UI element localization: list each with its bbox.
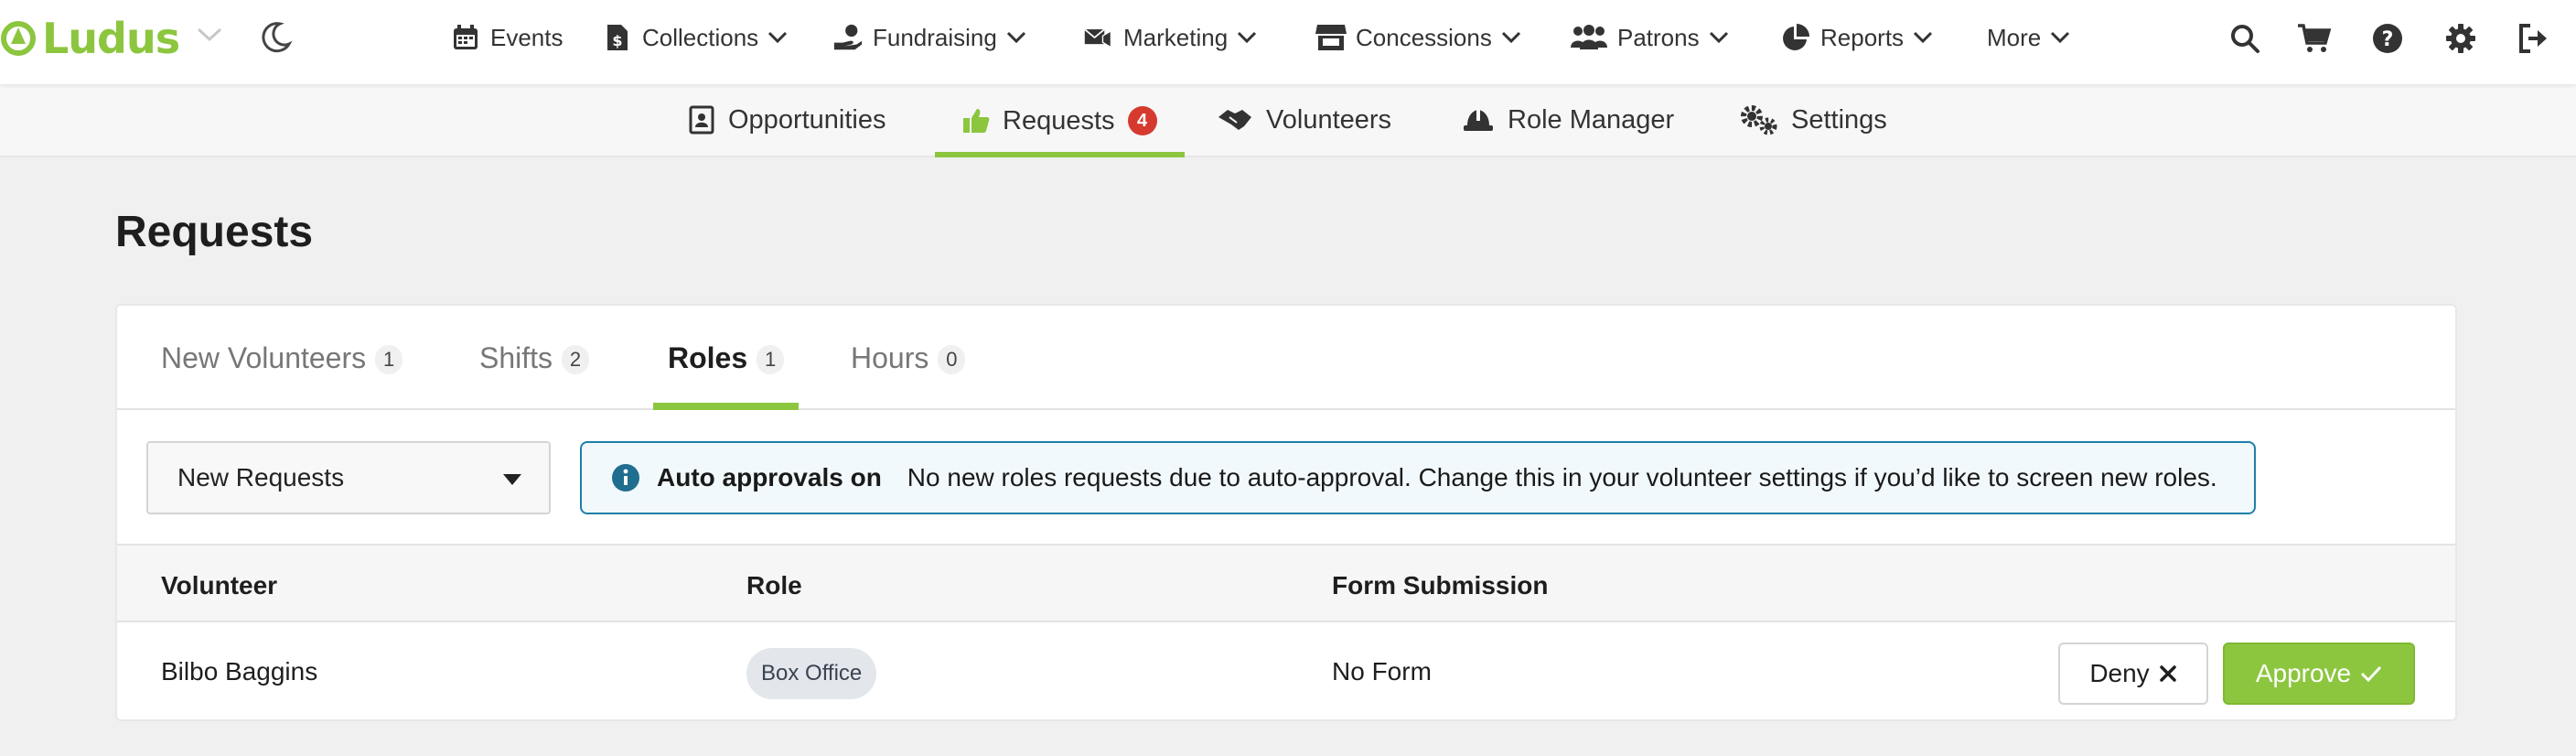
hard-hat-icon bbox=[1464, 110, 1493, 131]
column-header-form-submission: Form Submission bbox=[1332, 571, 1549, 599]
nav-label: Fundraising bbox=[873, 23, 997, 51]
nav-label: Events bbox=[490, 23, 564, 51]
nav-fundraising[interactable]: Fundraising bbox=[832, 16, 1026, 59]
page-title: Requests bbox=[115, 208, 314, 256]
chevron-down-icon bbox=[1709, 31, 1728, 44]
caret-down-icon bbox=[503, 474, 521, 485]
nav-label: Concessions bbox=[1356, 23, 1492, 51]
column-header-volunteer: Volunteer bbox=[161, 571, 278, 599]
deny-label: Deny bbox=[2089, 659, 2150, 687]
nav-label: More bbox=[1987, 23, 2042, 51]
subnav-settings[interactable]: Settings bbox=[1712, 84, 1915, 156]
tab-count: 0 bbox=[938, 345, 966, 374]
auto-approval-alert: Auto approvals on No new roles requests … bbox=[580, 441, 2256, 514]
people-icon bbox=[1570, 22, 1608, 53]
subnav-label: Opportunities bbox=[728, 104, 886, 135]
mail-bullhorn-icon bbox=[1083, 22, 1114, 53]
tab-count: 2 bbox=[562, 345, 590, 374]
gears-icon bbox=[1741, 105, 1777, 135]
chevron-down-icon bbox=[1006, 31, 1025, 44]
request-type-tabs: New Volunteers 1 Shifts 2 Roles 1 Hours … bbox=[117, 306, 2455, 410]
tab-count: 1 bbox=[375, 345, 403, 374]
tab-label: Shifts bbox=[479, 340, 553, 374]
ludus-logo[interactable]: Ludus bbox=[0, 13, 180, 64]
calendar-icon bbox=[450, 22, 481, 53]
role-badge: Box Office bbox=[746, 648, 877, 699]
chevron-down-icon bbox=[2051, 31, 2070, 44]
top-navbar: Ludus Events $ Collections Fundraising M… bbox=[0, 0, 2576, 84]
storefront-icon bbox=[1315, 22, 1347, 53]
volunteer-name[interactable]: Bilbo Baggins bbox=[161, 657, 317, 686]
nav-concessions[interactable]: Concessions bbox=[1315, 16, 1521, 59]
search-icon[interactable] bbox=[2227, 20, 2263, 57]
moon-icon[interactable] bbox=[258, 20, 293, 55]
info-icon bbox=[612, 464, 639, 491]
subnav-opportunities[interactable]: Opportunities bbox=[660, 84, 914, 156]
nav-marketing[interactable]: Marketing bbox=[1083, 16, 1257, 59]
tab-shifts[interactable]: Shifts 2 bbox=[465, 306, 604, 410]
alert-title: Auto approvals on bbox=[657, 463, 882, 491]
check-icon bbox=[2361, 665, 2382, 683]
gear-icon[interactable] bbox=[2442, 20, 2479, 57]
subnav-role-manager[interactable]: Role Manager bbox=[1434, 84, 1701, 156]
table-header: Volunteer Role Form Submission bbox=[117, 544, 2455, 622]
form-submission: No Form bbox=[1332, 657, 1432, 686]
nav-events[interactable]: Events bbox=[450, 16, 564, 59]
nav-label: Marketing bbox=[1123, 23, 1229, 51]
subnav-label: Requests bbox=[1003, 105, 1115, 135]
nav-collections[interactable]: $ Collections bbox=[602, 16, 788, 59]
contact-card-icon bbox=[689, 105, 714, 135]
chevron-down-icon bbox=[1913, 31, 1933, 44]
approve-label: Approve bbox=[2255, 659, 2352, 687]
nav-label: Reports bbox=[1820, 23, 1905, 51]
tab-label: New Volunteers bbox=[161, 340, 367, 374]
filter-selected-value: New Requests bbox=[177, 463, 345, 491]
requests-card: New Volunteers 1 Shifts 2 Roles 1 Hours … bbox=[115, 304, 2457, 721]
nav-label: Collections bbox=[642, 23, 759, 51]
tab-label: Roles bbox=[668, 340, 748, 374]
subnav-label: Settings bbox=[1791, 104, 1887, 135]
nav-label: Patrons bbox=[1617, 23, 1700, 51]
chevron-down-icon bbox=[1501, 31, 1520, 44]
dollar-document-icon: $ bbox=[602, 22, 633, 53]
pie-chart-icon bbox=[1780, 22, 1811, 53]
nav-more[interactable]: More bbox=[1987, 16, 2070, 59]
tab-hours[interactable]: Hours 0 bbox=[836, 306, 980, 410]
chevron-down-icon bbox=[1238, 31, 1257, 44]
nav-reports[interactable]: Reports bbox=[1780, 16, 1933, 59]
logout-icon[interactable] bbox=[2516, 20, 2552, 57]
thumbs-up-icon bbox=[963, 109, 990, 133]
svg-text:?: ? bbox=[2382, 28, 2394, 51]
request-filter-select[interactable]: New Requests bbox=[146, 441, 551, 514]
nav-patrons[interactable]: Patrons bbox=[1570, 16, 1729, 59]
chevron-down-icon bbox=[768, 31, 788, 44]
table-row: Bilbo Baggins Box Office No Form Deny Ap… bbox=[117, 622, 2455, 719]
logo-text: Ludus bbox=[42, 14, 180, 63]
requests-count-badge: 4 bbox=[1127, 106, 1157, 135]
tab-count: 1 bbox=[757, 345, 785, 374]
column-header-role: Role bbox=[746, 571, 802, 599]
cart-icon[interactable] bbox=[2296, 20, 2333, 57]
deny-button[interactable]: Deny bbox=[2058, 643, 2208, 705]
approve-button[interactable]: Approve bbox=[2223, 643, 2415, 705]
tab-label: Hours bbox=[851, 340, 929, 374]
tab-new-volunteers[interactable]: New Volunteers 1 bbox=[146, 306, 417, 410]
chevron-down-icon[interactable] bbox=[196, 26, 223, 44]
ludus-logo-icon bbox=[1, 21, 36, 56]
svg-text:$: $ bbox=[612, 32, 622, 49]
subnav-label: Volunteers bbox=[1266, 104, 1392, 135]
alert-message: No new roles requests due to auto-approv… bbox=[907, 463, 2217, 491]
hand-coin-icon bbox=[832, 22, 864, 53]
subnav-requests[interactable]: Requests 4 bbox=[935, 84, 1185, 157]
subnav-volunteers[interactable]: Volunteers bbox=[1189, 84, 1419, 156]
volunteer-subnav: Opportunities Requests 4 Volunteers Role… bbox=[0, 84, 2576, 157]
handshake-icon bbox=[1218, 110, 1251, 130]
help-icon[interactable]: ? bbox=[2369, 20, 2406, 57]
close-icon bbox=[2159, 665, 2176, 682]
tab-roles[interactable]: Roles 1 bbox=[653, 306, 800, 410]
subnav-label: Role Manager bbox=[1508, 104, 1675, 135]
